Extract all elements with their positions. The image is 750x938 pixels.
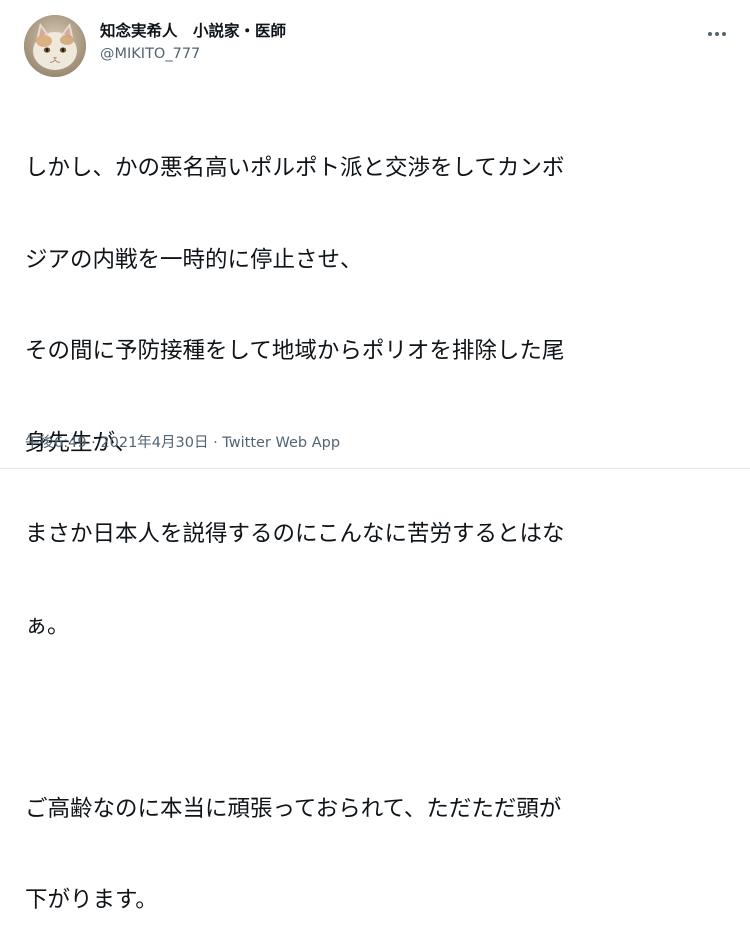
author-handle[interactable]: @MIKITO_777 (100, 44, 286, 64)
tweet-text-line: まさか日本人を説得するのにこんなに苦労するとはな (25, 521, 565, 547)
avatar[interactable] (24, 15, 86, 77)
tweet-text-line: ジアの内戦を一時的に停止させ、 (25, 246, 363, 273)
author-display-name[interactable]: 知念実希人 小説家・医師 (100, 21, 286, 41)
tweet-metadata: 午後6:49 · 2021年4月30日 · Twitter Web App (25, 433, 340, 453)
tweet-text-line: ご高齢なのに本当に頑張っておられて、ただただ頭が (25, 795, 562, 822)
tweet-date-link[interactable]: 2021年4月30日 (100, 435, 208, 451)
tweet-text-line: その間に予防接種をして地域からポリオを排除した尾 (25, 338, 565, 364)
tweet-text-line (25, 702, 731, 733)
tweet-text-line: 下がります。 (25, 887, 158, 913)
tweet-time-link[interactable]: 午後6:49 (25, 435, 87, 451)
more-dots-icon (708, 32, 726, 36)
meta-separator: · (86, 435, 101, 451)
meta-separator: · (208, 435, 223, 451)
more-options-button[interactable] (706, 26, 728, 40)
tweet-text: しかし、かの悪名高いポルポト派と交渉をしてカンボ ジアの内戦を一時的に停止させ、… (25, 92, 731, 938)
tweet-source-link[interactable]: Twitter Web App (222, 435, 340, 451)
tweet-text-line: しかし、かの悪名高いポルポト派と交渉をしてカンボ (25, 155, 565, 181)
tweet-text-line: ぁ。 (25, 612, 70, 639)
tweet-card: 知念実希人 小説家・医師 @MIKITO_777 しかし、かの悪名高いポルポト派… (0, 0, 750, 913)
author-block: 知念実希人 小説家・医師 @MIKITO_777 (100, 21, 286, 64)
cat-avatar-image (24, 15, 86, 77)
